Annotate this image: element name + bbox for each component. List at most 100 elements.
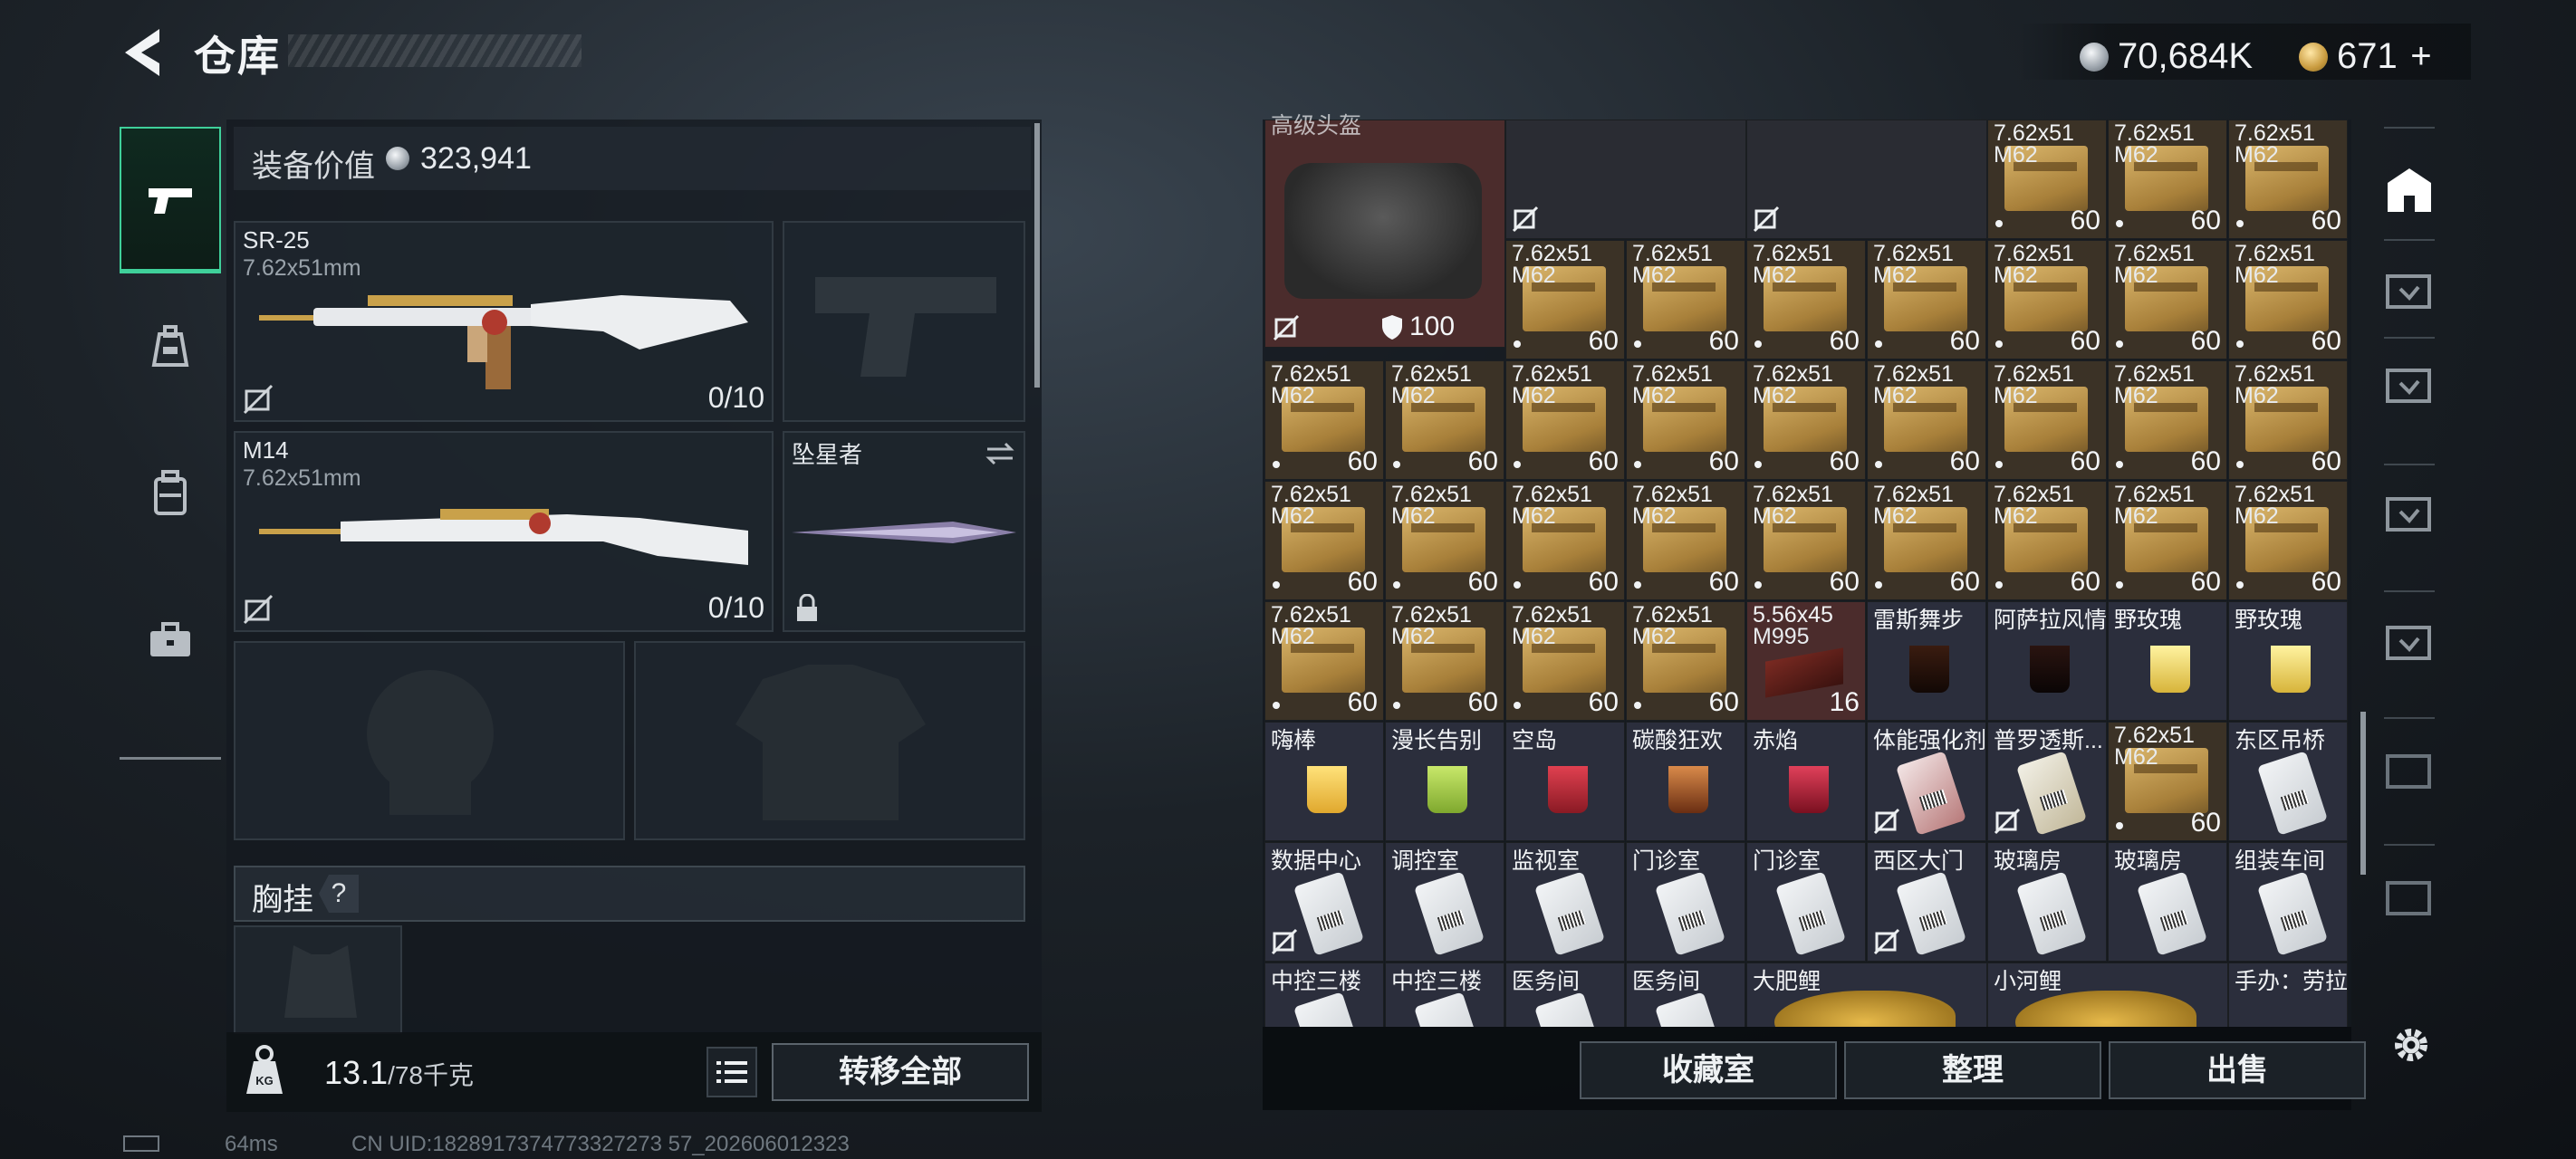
ammo-box-item[interactable]: 7.62x51 M62 60 — [2108, 120, 2227, 239]
rail-tab-2[interactable] — [2377, 351, 2442, 417]
storage-item[interactable]: 玻璃房 — [2108, 842, 2227, 962]
ammo-box-item[interactable]: 7.62x51 M62 60 — [2228, 481, 2348, 600]
storage-item[interactable]: 调控室 — [1385, 842, 1504, 962]
storage-item[interactable]: 空岛 — [1505, 722, 1625, 841]
storage-item[interactable]: 医务间 — [1626, 963, 1745, 1027]
ammo-box-item[interactable]: 7.62x51 M62 60 — [1385, 601, 1504, 721]
ammo-box-item[interactable]: 7.62x51 M62 60 — [1746, 481, 1866, 600]
storage-item[interactable]: 大肥鲤 — [1746, 963, 1987, 1027]
ammo-box-item[interactable]: 7.62x51 M62 60 — [1264, 481, 1384, 600]
storage-item[interactable]: 手办：劳拉 — [2228, 963, 2348, 1027]
storage-item[interactable]: 东区吊桥 — [2228, 722, 2348, 841]
pistol-slot[interactable] — [783, 221, 1025, 422]
ammo-box-item[interactable]: 7.62x51 M62 60 — [1505, 240, 1625, 359]
ammo-box-item[interactable]: 7.62x51 M62 60 — [1987, 240, 2107, 359]
swap-icon[interactable] — [984, 440, 1016, 467]
storage-item[interactable]: 嗨棒 — [1264, 722, 1384, 841]
armor-slot[interactable] — [634, 641, 1025, 840]
ammo-box-item[interactable]: 7.62x51 M62 60 — [1867, 481, 1986, 600]
weight-value: 13.1 — [324, 1054, 389, 1091]
ammo-count: 60 — [2311, 567, 2341, 597]
ammo-box-item[interactable]: 7.62x51 M62 60 — [1746, 240, 1866, 359]
ammo-box-item[interactable]: 7.62x51 M62 60 — [1505, 360, 1625, 480]
tab-gear[interactable] — [120, 273, 221, 420]
storage-item[interactable]: 碳酸狂欢 — [1626, 722, 1745, 841]
organize-button[interactable]: 整理 — [1844, 1041, 2101, 1099]
gear-icon[interactable] — [2386, 1020, 2437, 1070]
ammo-box-item[interactable]: 7.62x51 M62 60 — [1867, 240, 1986, 359]
storage-item[interactable]: 普罗透斯... — [1987, 722, 2107, 841]
ammo-box-item[interactable]: 7.62x51 M62 60 — [1746, 360, 1866, 480]
rail-tab-3[interactable] — [2377, 480, 2442, 545]
ammo-box-item[interactable]: 7.62x51 M62 60 — [1385, 360, 1504, 480]
ammo-box-item[interactable]: 7.62x51 M62 60 — [1264, 601, 1384, 721]
back-button[interactable] — [118, 25, 168, 80]
ammo-box-item[interactable]: 7.62x51 M62 60 — [1626, 601, 1745, 721]
tab-toolbox[interactable] — [120, 567, 221, 714]
ammo-box-item[interactable]: 7.62x51 M62 60 — [1987, 360, 2107, 480]
rail-tab-1[interactable] — [2377, 257, 2442, 322]
ammo-box-item[interactable]: 7.62x51 M62 60 — [1867, 360, 1986, 480]
storage-item[interactable]: 阿萨拉风情 — [1987, 601, 2107, 721]
storage-item[interactable]: 玻璃房 — [1987, 842, 2107, 962]
storage-item[interactable]: 门诊室 — [1746, 842, 1866, 962]
ammo-box-item[interactable]: 7.62x51 M62 60 — [2108, 360, 2227, 480]
ammo-model: M62 — [1632, 383, 1677, 408]
ammo-box-item[interactable]: 7.62x51 M62 60 — [2108, 722, 2227, 841]
storage-item[interactable]: 漫长告别 — [1385, 722, 1504, 841]
storage-item[interactable] — [1505, 120, 1746, 239]
storage-item[interactable]: 中控三楼 — [1264, 963, 1384, 1027]
rail-tab-all[interactable] — [2377, 158, 2442, 223]
ammo-box-item[interactable]: 7.62x51 M62 60 — [1385, 481, 1504, 600]
storage-item[interactable]: 门诊室 — [1626, 842, 1745, 962]
ammo-count: 60 — [1467, 446, 1498, 476]
helmet-slot[interactable] — [234, 641, 625, 840]
storage-item[interactable]: 数据中心 — [1264, 842, 1384, 962]
item-dot — [2236, 581, 2244, 589]
ammo-box-item[interactable]: 7.62x51 M62 60 — [2228, 240, 2348, 359]
storage-item[interactable]: 西区大门 — [1867, 842, 1986, 962]
storage-item[interactable]: 赤焰 — [1746, 722, 1866, 841]
back-arrow-icon — [125, 29, 159, 76]
rail-tab-6[interactable] — [2377, 864, 2442, 929]
ammo-box-item[interactable]: 7.62x51 M62 60 — [1264, 360, 1384, 480]
storage-item[interactable]: 医务间 — [1505, 963, 1625, 1027]
storage-item[interactable]: 野玫瑰 — [2108, 601, 2227, 721]
add-currency-button[interactable]: + — [2410, 36, 2431, 76]
ammo-box-item[interactable]: 7.62x51 M62 60 — [2228, 120, 2348, 239]
storage-item[interactable]: 小河鲤 — [1987, 963, 2228, 1027]
ammo-box-item[interactable]: 7.62x51 M62 60 — [1505, 481, 1625, 600]
ammo-box-item[interactable]: 7.62x51 M62 60 — [1987, 481, 2107, 600]
ammo-box-item[interactable]: 7.62x51 M62 60 — [1626, 240, 1745, 359]
secondary-weapon-slot[interactable]: M14 7.62x51mm 0/10 — [234, 431, 774, 632]
ammo-box-item[interactable]: 7.62x51 M62 60 — [2108, 481, 2227, 600]
equipment-scrollbar[interactable] — [1034, 123, 1040, 388]
sell-button[interactable]: 出售 — [2109, 1041, 2366, 1099]
melee-slot[interactable]: 坠星者 — [783, 431, 1025, 632]
ammo-box-item[interactable]: 7.62x51 M62 60 — [1626, 360, 1745, 480]
tab-armor[interactable] — [120, 420, 221, 567]
chest-rig-slot[interactable] — [234, 925, 402, 1034]
ammo-box-item[interactable]: 7.62x51 M62 60 — [1505, 601, 1625, 721]
ammo-box-item[interactable]: 7.62x51 M62 60 — [2228, 360, 2348, 480]
storage-item[interactable]: 组装车间 — [2228, 842, 2348, 962]
ammo-count: 60 — [1829, 446, 1860, 476]
transfer-all-button[interactable]: 转移全部 — [772, 1043, 1029, 1101]
collection-room-button[interactable]: 收藏室 — [1580, 1041, 1837, 1099]
tab-weapons[interactable] — [120, 127, 221, 273]
rail-scrollbar[interactable] — [2360, 712, 2366, 875]
rail-tab-5[interactable] — [2377, 737, 2442, 802]
list-view-button[interactable] — [706, 1047, 757, 1097]
ammo-box-item[interactable]: 7.62x51 M62 60 — [1987, 120, 2107, 239]
storage-item[interactable] — [1746, 120, 1987, 239]
ammo-box-item[interactable]: 7.62x51 M62 60 — [1626, 481, 1745, 600]
ammo-556-item[interactable]: 5.56x45 M995 16 — [1746, 601, 1866, 721]
storage-item[interactable]: 中控三楼 — [1385, 963, 1504, 1027]
storage-item[interactable]: 体能强化剂 — [1867, 722, 1986, 841]
primary-weapon-slot[interactable]: SR-25 7.62x51mm 0/10 — [234, 221, 774, 422]
rail-tab-4[interactable] — [2377, 608, 2442, 674]
storage-item[interactable]: 监视室 — [1505, 842, 1625, 962]
ammo-box-item[interactable]: 7.62x51 M62 60 — [2108, 240, 2227, 359]
storage-item[interactable]: 野玫瑰 — [2228, 601, 2348, 721]
storage-item[interactable]: 雷斯舞步 — [1867, 601, 1986, 721]
